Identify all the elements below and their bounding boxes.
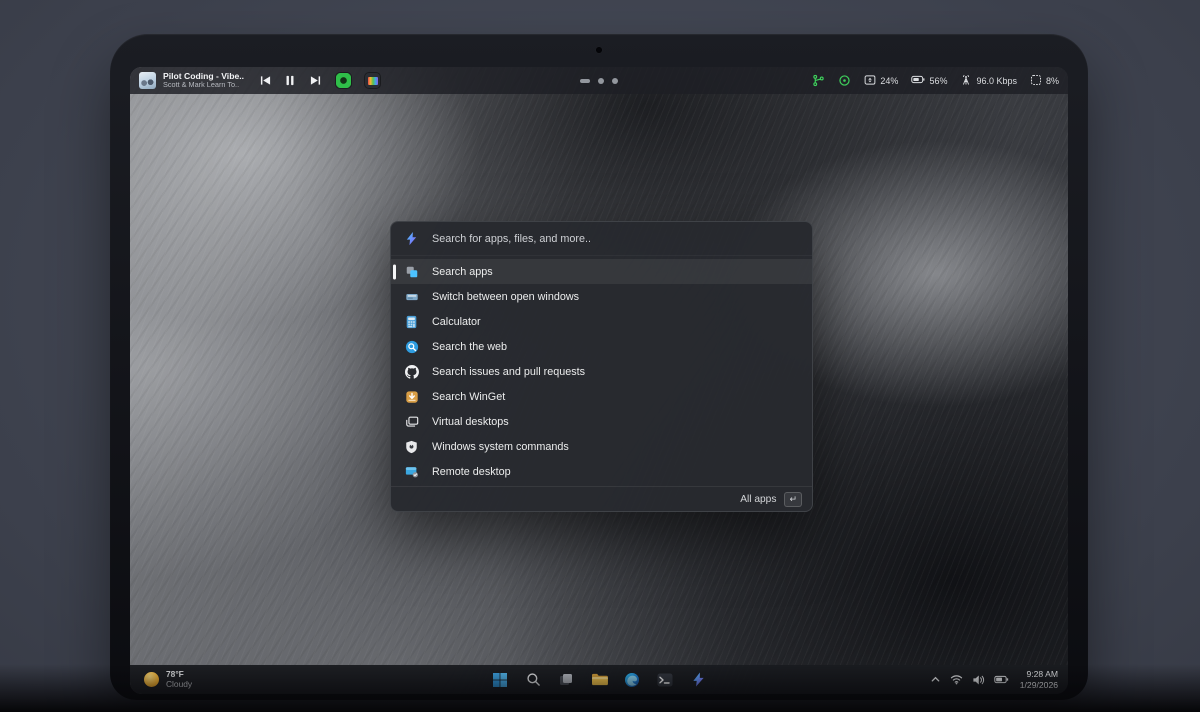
all-apps-label[interactable]: All apps [740,494,776,505]
weather-widget[interactable]: 78°F Cloudy [140,668,196,691]
desktop-wallpaper: Pilot Coding - Vibe.. Scott & Mark Learn… [130,67,1068,694]
palette-item-label: Calculator [432,316,481,328]
next-track-icon[interactable] [308,74,322,88]
palette-item-search-apps[interactable]: Search apps [391,259,812,284]
weather-condition: Cloudy [166,680,192,690]
color-palette-icon[interactable] [365,73,380,88]
remote-desktop-icon [404,464,419,479]
pause-icon[interactable] [283,74,297,88]
network-speed-widget[interactable]: 96.0 Kbps [960,74,1017,88]
palette-item-github-search[interactable]: Search issues and pull requests [391,359,812,384]
palette-item-calculator[interactable]: Calculator [391,309,812,334]
clock-time: 9:28 AM [1020,669,1058,679]
powertoys-bolt-icon [404,231,419,246]
palette-item-label: Search WinGet [432,391,505,403]
palette-item-remote-desktop[interactable]: Remote desktop [391,459,812,484]
palette-item-label: Search apps [432,266,493,278]
album-art [139,72,156,89]
green-app-icon[interactable] [336,73,351,88]
system-stats: 24% 56% 96.0 Kbps [812,74,1059,88]
palette-item-label: Search the web [432,341,507,353]
media-subtitle: Scott & Mark Learn To.. [163,81,244,89]
battery-value: 56% [929,76,947,86]
tray-battery-icon[interactable] [994,674,1009,685]
system-tray: 9:28 AM 1/29/2026 [930,669,1058,690]
cpu-usage-value: 8% [1046,76,1059,86]
record-target-icon[interactable] [838,74,851,87]
clock-widget[interactable]: 9:28 AM 1/29/2026 [1018,669,1058,690]
taskbar: 78°F Cloudy [130,665,1068,694]
battery-icon [911,74,925,87]
palette-item-label: Virtual desktops [432,416,509,428]
cpu-usage-widget[interactable]: 8% [1030,74,1059,88]
palette-item-label: Windows system commands [432,441,569,453]
file-explorer-icon[interactable] [587,668,611,692]
search-apps-icon [404,264,419,279]
window-switcher-icon [404,289,419,304]
search-input[interactable]: Search for apps, files, and more.. [432,233,591,245]
network-icon [960,74,972,88]
palette-item-winget-search[interactable]: Search WinGet [391,384,812,409]
tray-chevron-up-icon[interactable] [930,674,941,685]
clock-date: 1/29/2026 [1020,680,1058,690]
palette-item-label: Search issues and pull requests [432,366,585,378]
top-status-bar: Pilot Coding - Vibe.. Scott & Mark Learn… [130,67,1068,94]
palette-item-label: Switch between open windows [432,291,579,303]
palette-item-virtual-desktops[interactable]: Virtual desktops [391,409,812,434]
git-branch-icon[interactable] [812,74,825,87]
terminal-icon[interactable] [653,668,677,692]
network-speed-value: 96.0 Kbps [976,76,1017,86]
system-commands-icon [404,439,419,454]
gpu-icon [864,74,876,88]
media-widget[interactable]: Pilot Coding - Vibe.. Scott & Mark Learn… [139,72,244,89]
media-text: Pilot Coding - Vibe.. Scott & Mark Learn… [163,72,244,89]
palette-results-list: Search apps Switch between open windows … [391,256,812,486]
topbar-overflow-dots[interactable] [580,78,618,84]
search-icon[interactable] [521,668,545,692]
palette-item-window-switcher[interactable]: Switch between open windows [391,284,812,309]
weather-text: 78°F Cloudy [166,670,192,689]
task-view-icon[interactable] [554,668,578,692]
winget-icon [404,389,419,404]
palette-item-system-commands[interactable]: Windows system commands [391,434,812,459]
cpu-icon [1030,74,1042,88]
palette-search-bar[interactable]: Search for apps, files, and more.. [391,222,812,256]
palette-item-web-search[interactable]: Search the web [391,334,812,359]
volume-icon[interactable] [972,674,985,686]
laptop-frame: Pilot Coding - Vibe.. Scott & Mark Learn… [110,34,1088,700]
wifi-icon[interactable] [950,674,963,685]
github-icon [404,364,419,379]
enter-key-icon[interactable]: ↵ [784,492,802,507]
start-button[interactable] [488,668,512,692]
previous-track-icon[interactable] [258,74,272,88]
taskbar-center-icons [488,665,710,694]
web-search-icon [404,339,419,354]
battery-usage-widget[interactable]: 56% [911,74,947,87]
command-palette: Search for apps, files, and more.. Searc… [390,221,813,512]
calculator-icon [404,314,419,329]
gpu-usage-value: 24% [880,76,898,86]
sun-icon [144,672,159,687]
powertoys-icon[interactable] [686,668,710,692]
palette-footer: All apps ↵ [391,486,812,511]
gpu-usage-widget[interactable]: 24% [864,74,898,88]
edge-browser-icon[interactable] [620,668,644,692]
palette-item-label: Remote desktop [432,466,511,478]
virtual-desktops-icon [404,414,419,429]
webcam [596,47,602,53]
